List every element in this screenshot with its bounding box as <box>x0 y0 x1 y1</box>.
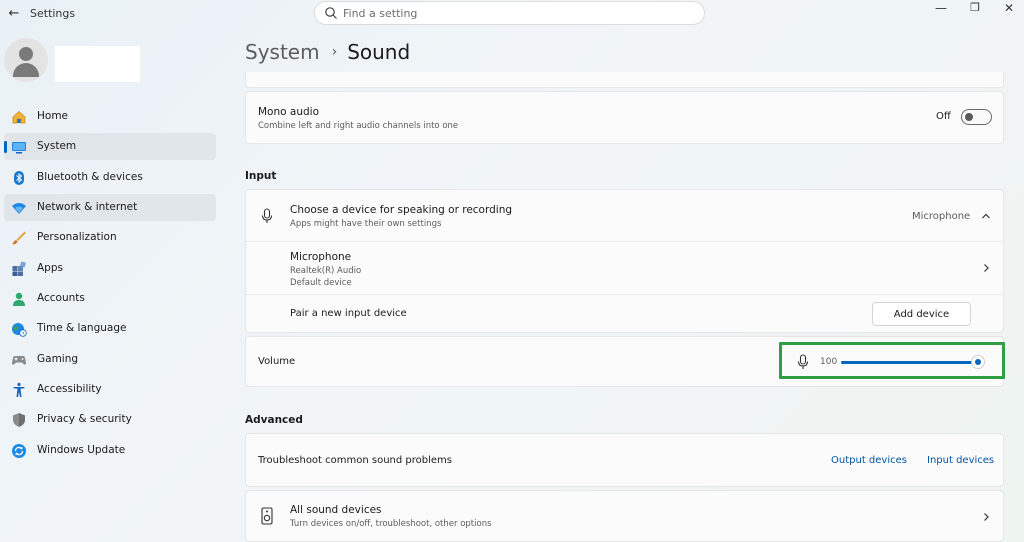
main-content: System › Sound Mono audio Combine left a… <box>245 28 1005 542</box>
sidebar-item-label: Time & language <box>37 322 127 335</box>
sidebar-item-label: Network & internet <box>37 201 138 214</box>
sidebar-item-accounts[interactable]: Accounts <box>4 285 216 312</box>
volume-label: Volume <box>258 356 296 367</box>
avatar[interactable] <box>4 38 48 82</box>
sidebar: Home System Bluetooth & devices Network … <box>0 28 226 542</box>
microphone-icon <box>261 208 273 223</box>
sidebar-item-network[interactable]: Network & internet <box>4 194 216 222</box>
mono-audio-subtitle: Combine left and right audio channels in… <box>258 121 459 131</box>
input-selected-device: Microphone <box>912 211 971 222</box>
all-sound-devices-subtitle: Turn devices on/off, troubleshoot, other… <box>290 519 492 529</box>
app-title: Settings <box>30 7 76 20</box>
mono-audio-title: Mono audio <box>258 106 319 118</box>
close-button[interactable]: ✕ <box>994 0 1024 16</box>
minimize-button[interactable]: — <box>926 0 956 16</box>
device-status: Default device <box>290 278 352 288</box>
breadcrumb-separator: › <box>331 44 338 60</box>
input-chooser-title: Choose a device for speaking or recordin… <box>290 204 513 216</box>
divider <box>246 294 1003 295</box>
sidebar-item-label: Windows Update <box>37 443 126 456</box>
sidebar-item-windows-update[interactable]: Windows Update <box>4 437 216 464</box>
chevron-right-icon <box>984 264 989 272</box>
brush-icon <box>12 231 26 245</box>
advanced-section-title: Advanced <box>245 414 303 426</box>
shield-icon <box>13 413 25 428</box>
active-indicator <box>4 141 7 154</box>
sidebar-item-label: Accounts <box>37 292 85 305</box>
mono-audio-state-label: Off <box>936 111 951 122</box>
sidebar-item-label: Privacy & security <box>37 413 132 426</box>
sidebar-item-label: Home <box>37 110 69 122</box>
back-button[interactable]: ← <box>6 6 22 22</box>
sidebar-item-apps[interactable]: Apps <box>4 255 216 282</box>
person-icon-body <box>13 63 39 77</box>
sidebar-item-label: Apps <box>37 261 63 274</box>
breadcrumb-parent[interactable]: System <box>245 40 320 64</box>
wifi-icon <box>12 203 26 215</box>
breadcrumb: System › Sound <box>245 40 410 64</box>
update-icon <box>12 443 26 458</box>
home-icon <box>12 110 26 124</box>
add-device-button[interactable]: Add device <box>872 302 971 326</box>
user-name <box>55 46 140 82</box>
microphone-device-row[interactable]: Microphone Realtek(R) Audio Default devi… <box>246 242 1003 294</box>
sidebar-item-label: Personalization <box>37 231 117 244</box>
search-box[interactable] <box>314 1 705 25</box>
troubleshoot-card: Troubleshoot common sound problems Outpu… <box>245 433 1004 487</box>
all-sound-devices-card[interactable]: All sound devices Turn devices on/off, t… <box>245 490 1004 542</box>
troubleshoot-label: Troubleshoot common sound problems <box>258 455 452 466</box>
sidebar-item-bluetooth[interactable]: Bluetooth & devices <box>4 164 216 191</box>
mono-audio-toggle[interactable] <box>961 109 992 125</box>
bluetooth-icon <box>14 170 24 185</box>
accessibility-icon <box>13 382 25 398</box>
sidebar-item-label: Gaming <box>37 352 79 365</box>
input-section-title: Input <box>245 170 277 182</box>
sidebar-item-time-language[interactable]: Time & language <box>4 315 216 342</box>
sidebar-item-label: Accessibility <box>37 383 102 396</box>
sidebar-item-label: Bluetooth & devices <box>37 170 143 183</box>
pair-input-device-label: Pair a new input device <box>290 308 407 319</box>
device-driver: Realtek(R) Audio <box>290 266 362 276</box>
accounts-icon <box>13 292 25 307</box>
title-bar: ← Settings — ❐ ✕ <box>0 0 1024 28</box>
sidebar-item-personalization[interactable]: Personalization <box>4 224 216 251</box>
device-name: Microphone <box>290 251 352 263</box>
sidebar-item-label: System <box>37 140 77 153</box>
sidebar-nav: Home System Bluetooth & devices Network … <box>4 103 216 467</box>
input-chooser-subtitle: Apps might have their own settings <box>290 219 442 229</box>
sidebar-item-privacy[interactable]: Privacy & security <box>4 406 216 433</box>
chevron-right-icon <box>984 513 989 521</box>
system-icon <box>12 142 26 154</box>
chevron-up-icon[interactable] <box>980 210 992 222</box>
toggle-knob <box>965 113 973 121</box>
all-sound-devices-title: All sound devices <box>290 504 382 516</box>
globe-icon <box>12 323 27 338</box>
sidebar-item-system[interactable]: System <box>4 133 216 161</box>
input-device-card: Choose a device for speaking or recordin… <box>245 189 1004 333</box>
highlight-box <box>779 342 1005 379</box>
person-icon <box>19 47 33 61</box>
sidebar-item-home[interactable]: Home <box>4 103 216 130</box>
previous-setting-card <box>245 72 1004 88</box>
sidebar-item-accessibility[interactable]: Accessibility <box>4 376 216 403</box>
sidebar-item-gaming[interactable]: Gaming <box>4 346 216 373</box>
input-devices-link[interactable]: Input devices <box>927 455 994 466</box>
search-input[interactable] <box>343 4 693 22</box>
restore-button[interactable]: ❐ <box>960 0 990 16</box>
output-devices-link[interactable]: Output devices <box>831 455 907 466</box>
mono-audio-card: Mono audio Combine left and right audio … <box>245 91 1004 144</box>
search-icon <box>325 7 337 19</box>
page-title: Sound <box>347 40 411 64</box>
apps-icon <box>12 261 27 276</box>
speaker-icon <box>261 507 273 525</box>
gamepad-icon <box>12 355 26 365</box>
